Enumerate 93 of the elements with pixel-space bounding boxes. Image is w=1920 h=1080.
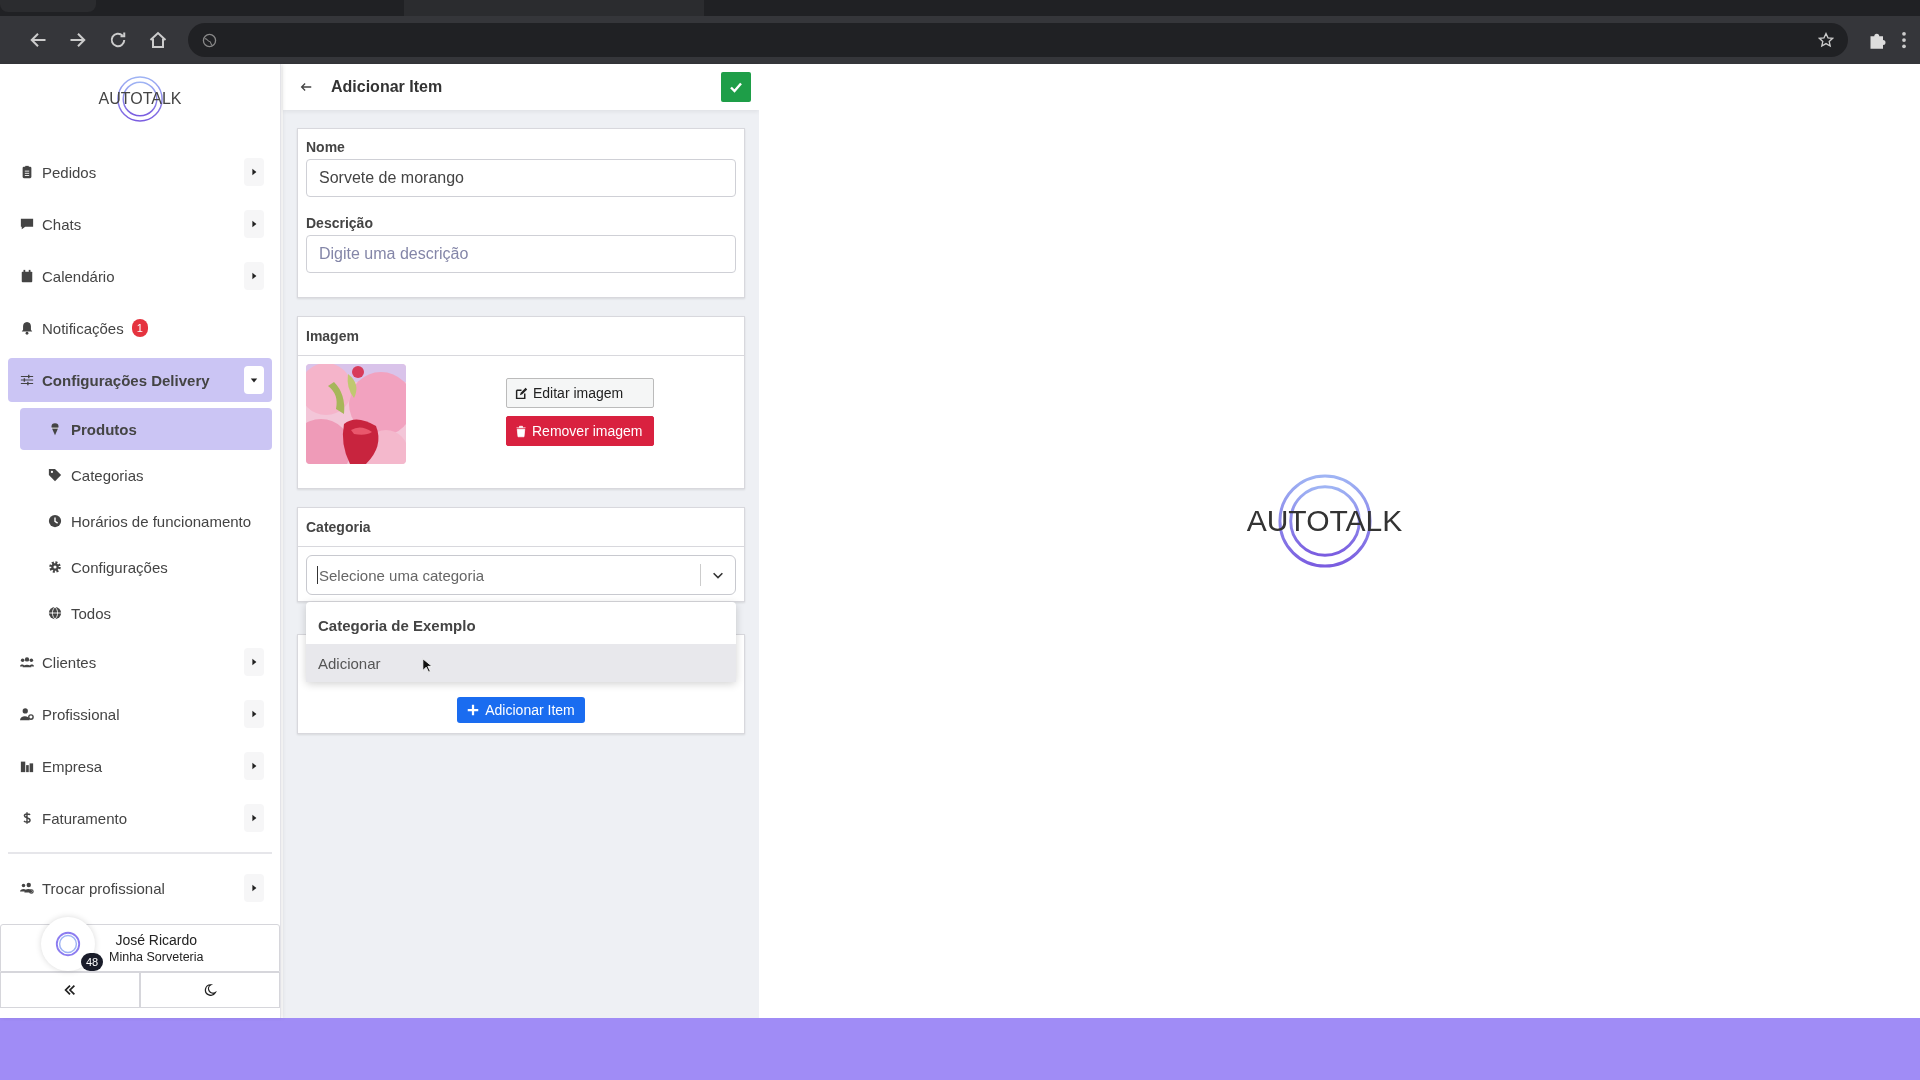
- expand-toggle[interactable]: [244, 700, 264, 728]
- remove-image-button[interactable]: Remover imagem: [506, 416, 654, 446]
- back-icon: [299, 80, 313, 94]
- field-label: Descrição: [306, 215, 374, 231]
- expand-toggle[interactable]: [244, 752, 264, 780]
- expand-toggle[interactable]: [244, 366, 264, 394]
- double-chevron-icon: [63, 983, 77, 997]
- user-name: José Ricardo: [115, 932, 198, 948]
- globe-icon: [48, 606, 62, 620]
- caret-icon: [250, 762, 258, 770]
- submenu-item[interactable]: Categorias: [20, 454, 272, 496]
- caret-icon: [250, 710, 258, 718]
- save-button[interactable]: [721, 72, 751, 102]
- count-badge: 48: [81, 953, 104, 971]
- reload-icon[interactable]: [108, 30, 128, 50]
- submenu-label: Produtos: [71, 420, 137, 438]
- caret-icon: [250, 884, 258, 892]
- nav-item[interactable]: Calendário: [8, 254, 272, 298]
- edit-image-button[interactable]: Editar imagem: [506, 378, 654, 408]
- caret-icon: [250, 272, 258, 280]
- moon-icon: [203, 983, 217, 997]
- add-item-button[interactable]: Adicionar Item: [457, 697, 585, 723]
- nav-item[interactable]: Configurações Delivery: [8, 358, 272, 402]
- name-field[interactable]: Sorvete de morango: [306, 159, 736, 197]
- calendar-icon: [20, 269, 34, 283]
- nav-item[interactable]: Clientes: [8, 640, 272, 684]
- building-icon: [20, 759, 34, 773]
- nav-label: Clientes: [42, 653, 97, 671]
- caret-icon: [250, 376, 258, 384]
- bell-icon: [20, 321, 34, 335]
- nav-item[interactable]: Empresa: [8, 744, 272, 788]
- nav-label: Empresa: [42, 757, 103, 775]
- clock-icon: [48, 514, 62, 528]
- caret-icon: [250, 658, 258, 666]
- submenu-item[interactable]: Configurações: [20, 546, 272, 588]
- description-field[interactable]: Digite uma descrição: [306, 235, 736, 273]
- people-icon: [20, 881, 34, 895]
- nav-item[interactable]: Faturamento: [8, 796, 272, 840]
- expand-toggle[interactable]: [244, 262, 264, 290]
- home-icon[interactable]: [148, 30, 168, 50]
- nav-item[interactable]: Pedidos: [8, 150, 272, 194]
- submenu-item[interactable]: Horários de funcionamento: [20, 500, 272, 542]
- nav-label: Notificações: [42, 319, 124, 337]
- tag-icon: [48, 468, 62, 482]
- nav-label: Trocar profissional: [42, 879, 165, 897]
- submenu-label: Categorias: [71, 466, 144, 484]
- expand-toggle[interactable]: [244, 874, 264, 902]
- nav-label: Calendário: [42, 267, 115, 285]
- menu-icon[interactable]: [1900, 30, 1908, 50]
- notification-badge: 1: [131, 319, 148, 337]
- submenu-item[interactable]: Produtos: [20, 408, 272, 450]
- nav-label: Profissional: [42, 705, 120, 723]
- category-select[interactable]: Selecione uma categoria: [306, 555, 736, 595]
- expand-toggle[interactable]: [244, 158, 264, 186]
- expand-toggle[interactable]: [244, 648, 264, 676]
- nav-label: Configurações Delivery: [42, 371, 210, 389]
- plus-icon: [467, 704, 480, 716]
- user-gear-icon: [20, 707, 34, 721]
- back-icon[interactable]: [28, 30, 48, 50]
- section-title: Categoria: [306, 519, 371, 535]
- submenu-label: Todos: [71, 604, 112, 622]
- ring-logo-icon: [54, 930, 82, 958]
- dollar-icon: [20, 811, 34, 825]
- nav-item[interactable]: Notificações 1: [8, 306, 272, 350]
- nav-item[interactable]: Trocar profissional: [8, 866, 272, 910]
- dropdown-option[interactable]: Adicionar: [306, 644, 736, 682]
- chat-icon: [20, 217, 34, 231]
- caret-icon: [250, 814, 258, 822]
- submenu-label: Configurações: [71, 558, 168, 576]
- cursor-icon: [422, 658, 432, 673]
- users-icon: [20, 655, 34, 669]
- field-label: Nome: [306, 139, 346, 155]
- submenu-label: Horários de funcionamento: [71, 512, 252, 530]
- trash-icon: [515, 424, 527, 438]
- nav-label: Chats: [42, 215, 82, 233]
- forward-icon[interactable]: [68, 30, 88, 50]
- submenu-item[interactable]: Todos: [20, 592, 272, 634]
- edit-icon: [515, 386, 528, 400]
- nav-label: Pedidos: [42, 163, 97, 181]
- nav-item[interactable]: Profissional: [8, 692, 272, 736]
- option-group-label[interactable]: Categoria de Exemplo: [306, 606, 736, 644]
- store-name: Minha Sorveteria: [109, 950, 204, 964]
- nav-item[interactable]: Chats: [8, 202, 272, 246]
- gear-icon: [48, 560, 62, 574]
- clipboard-icon: [20, 165, 34, 179]
- panel-title: Adicionar Item: [331, 78, 443, 96]
- nav-label: Faturamento: [42, 809, 128, 827]
- sliders-icon: [20, 373, 34, 387]
- expand-toggle[interactable]: [244, 804, 264, 832]
- caret-icon: [250, 220, 258, 228]
- expand-toggle[interactable]: [244, 210, 264, 238]
- caret-icon: [250, 168, 258, 176]
- section-title: Imagem: [306, 328, 359, 344]
